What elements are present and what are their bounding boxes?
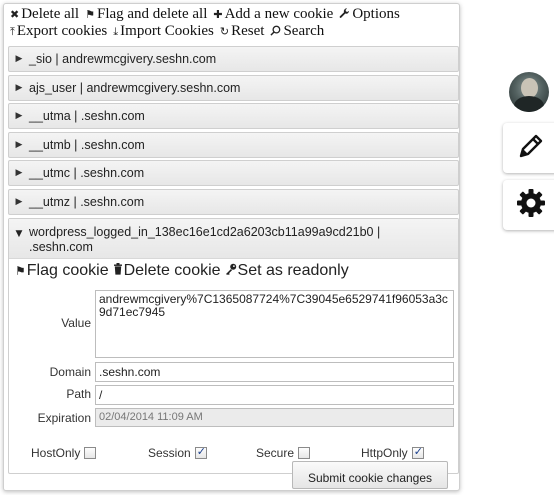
- import-icon: ⤓: [113, 25, 119, 38]
- trash-icon: [113, 263, 123, 278]
- cookie-actions: ⚑ Flag cookie Delete cookie Set as reado…: [15, 262, 349, 280]
- expand-arrow-icon: ▶: [15, 82, 23, 93]
- key-icon: [225, 263, 237, 278]
- secure-label: Secure: [256, 445, 295, 460]
- close-icon: ✖: [10, 8, 20, 21]
- cookie-domain: .seshn.com: [80, 166, 145, 181]
- secure-option: Secure: [256, 445, 311, 460]
- cookie-editor-popup: ✖ Delete all ⚑ Flag and delete all ✚ Add…: [3, 3, 460, 491]
- httponly-checkbox[interactable]: [411, 445, 424, 459]
- cookie-row[interactable]: ▶ _sio | andrewmcgivery.seshn.com: [8, 46, 459, 72]
- domain-field[interactable]: .seshn.com: [95, 361, 454, 382]
- reset-icon: ↻: [219, 25, 230, 38]
- search-label: Search: [283, 23, 325, 39]
- cookie-row[interactable]: ▶ __utmz | .seshn.com: [8, 188, 459, 215]
- session-checkbox[interactable]: [194, 445, 207, 459]
- submit-label: Submit cookie changes: [307, 471, 433, 485]
- search-button[interactable]: Search: [270, 23, 324, 40]
- edit-button[interactable]: [503, 123, 554, 173]
- value-field[interactable]: [95, 289, 454, 358]
- cookie-name: _sio: [29, 52, 52, 66]
- cookie-domain: .seshn.com: [80, 137, 145, 152]
- cookie-domain: andrewmcgivery.seshn.com: [62, 52, 217, 66]
- expand-arrow-icon: ▶: [15, 168, 23, 179]
- cookie-domain: .seshn.com: [80, 194, 145, 209]
- reset-button[interactable]: ↻ Reset: [220, 23, 265, 40]
- search-icon: [270, 25, 281, 38]
- plus-icon: ✚: [213, 8, 223, 21]
- value-label: Value: [61, 315, 91, 330]
- gear-icon: [515, 187, 547, 224]
- expand-arrow-icon: ▶: [15, 196, 23, 207]
- cookie-name: __utmb: [29, 137, 71, 152]
- flag-icon: ⚑: [15, 263, 26, 278]
- avatar-shoulders: [514, 96, 544, 112]
- toolbar-row-2: ⤒ Export cookies ⤓ Import Cookies ↻ Rese…: [10, 23, 455, 40]
- submit-cookie-changes-button[interactable]: Submit cookie changes: [292, 461, 448, 489]
- reset-label: Reset: [231, 23, 265, 39]
- set-readonly-label: Set as readonly: [237, 261, 349, 279]
- expanded-cookie-panel: ▼ wordpress_logged_in_138ec16e1cd2a6203c…: [8, 217, 459, 474]
- cookie-list: ▶ _sio | andrewmcgivery.seshn.com ▶ ajs_…: [8, 46, 459, 474]
- cookie-row[interactable]: ▶ __utma | .seshn.com: [8, 103, 459, 130]
- options-button[interactable]: Options: [339, 6, 400, 23]
- avatar[interactable]: [509, 72, 549, 112]
- session-option: Session: [148, 445, 207, 460]
- export-icon: ⤒: [10, 25, 15, 38]
- expanded-cookie-header[interactable]: ▼ wordpress_logged_in_138ec16e1cd2a6203c…: [9, 218, 458, 259]
- cookie-name: __utma: [29, 109, 71, 124]
- cookie-row[interactable]: ▶ ajs_user | andrewmcgivery.seshn.com: [8, 74, 459, 101]
- secure-checkbox[interactable]: [298, 446, 311, 459]
- expiration-label: Expiration: [37, 410, 91, 425]
- expand-arrow-icon: ▶: [15, 139, 23, 150]
- httponly-label: HttpOnly: [361, 445, 408, 460]
- hostonly-label: HostOnly: [31, 445, 81, 460]
- expiration-field: 02/04/2014 11:09 AM: [95, 407, 454, 427]
- import-cookies-label: Import Cookies: [120, 23, 214, 39]
- toolbar-row-1: ✖ Delete all ⚑ Flag and delete all ✚ Add…: [10, 6, 455, 23]
- add-cookie-label: Add a new cookie: [224, 6, 334, 22]
- cookie-row[interactable]: ▶ __utmc | .seshn.com: [8, 160, 459, 187]
- flag-cookie-button[interactable]: ⚑ Flag cookie: [15, 262, 109, 280]
- hostonly-checkbox[interactable]: [84, 446, 97, 459]
- export-cookies-label: Export cookies: [16, 23, 108, 39]
- delete-all-button[interactable]: ✖ Delete all: [10, 6, 79, 23]
- pencil-icon: [516, 131, 546, 166]
- expanded-cookie-title: wordpress_logged_in_138ec16e1cd2a6203cb1…: [29, 224, 381, 239]
- session-label: Session: [148, 445, 191, 460]
- toolbar: ✖ Delete all ⚑ Flag and delete all ✚ Add…: [10, 6, 455, 40]
- set-readonly-button[interactable]: Set as readonly: [225, 262, 349, 280]
- expand-arrow-icon: ▶: [15, 54, 23, 64]
- import-cookies-button[interactable]: ⤓ Import Cookies: [113, 23, 214, 40]
- domain-label: Domain: [49, 364, 91, 379]
- expanded-cookie-domain: .seshn.com: [29, 239, 93, 254]
- delete-cookie-button[interactable]: Delete cookie: [113, 262, 221, 280]
- collapse-arrow-icon: ▼: [15, 228, 23, 239]
- cookie-name: __utmc: [29, 166, 70, 181]
- wrench-icon: [339, 8, 350, 21]
- hostonly-option: HostOnly: [31, 445, 97, 460]
- delete-cookie-label: Delete cookie: [123, 261, 221, 279]
- flag-and-delete-all-label: Flag and delete all: [96, 6, 208, 22]
- path-label: Path: [66, 386, 91, 401]
- cookie-name: __utmz: [29, 194, 70, 209]
- cookie-domain: .seshn.com: [80, 109, 145, 124]
- options-label: Options: [352, 6, 400, 22]
- export-cookies-button[interactable]: ⤒ Export cookies: [10, 23, 107, 40]
- expand-arrow-icon: ▶: [15, 111, 23, 122]
- delete-all-label: Delete all: [21, 6, 80, 22]
- cookie-name: ajs_user: [29, 80, 77, 95]
- add-cookie-button[interactable]: ✚ Add a new cookie: [213, 6, 333, 23]
- settings-button[interactable]: [503, 180, 554, 230]
- cookie-domain: andrewmcgivery.seshn.com: [86, 80, 241, 95]
- path-field[interactable]: /: [95, 384, 454, 405]
- httponly-option: HttpOnly: [361, 445, 424, 460]
- avatar-face: [521, 78, 538, 98]
- flag-cookie-label: Flag cookie: [26, 261, 109, 279]
- cookie-row[interactable]: ▶ __utmb | .seshn.com: [8, 131, 459, 158]
- flag-icon: ⚑: [85, 8, 95, 21]
- flag-and-delete-all-button[interactable]: ⚑ Flag and delete all: [85, 6, 207, 23]
